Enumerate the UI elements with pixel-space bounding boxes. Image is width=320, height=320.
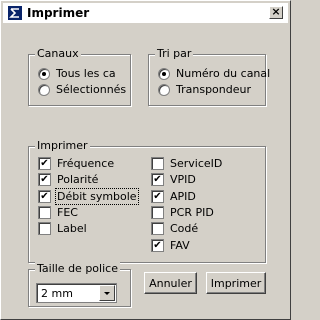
app-icon [8, 6, 22, 20]
checkbox-fav[interactable]: ✔ FAV [151, 238, 190, 252]
checkbox-label-box[interactable] [38, 222, 51, 236]
close-icon[interactable]: × [269, 6, 283, 19]
radio-tous-label: Tous les ca [56, 67, 116, 80]
radio-transpondeur-indicator[interactable] [158, 83, 170, 96]
checkbox-label-label: Label [57, 222, 87, 236]
checkbox-serviceid-label: ServiceID [170, 157, 223, 170]
radio-tous-indicator[interactable] [38, 67, 50, 80]
chevron-down-icon[interactable] [99, 285, 115, 301]
checkbox-fec-label: FEC [57, 205, 78, 219]
cancel-button[interactable]: Annuler [144, 272, 197, 294]
group-tri: Tri par Numéro du canal Transpondeur [148, 47, 270, 106]
checkbox-fav-box[interactable]: ✔ [151, 238, 164, 252]
print-button[interactable]: Imprimer [206, 272, 266, 294]
checkbox-polarite-box[interactable]: ✔ [38, 173, 51, 187]
checkbox-apid[interactable]: ✔ APID [151, 189, 196, 203]
checkbox-vpid[interactable]: ✔ VPID [151, 173, 196, 187]
checkbox-code-label: Codé [170, 222, 199, 236]
checkbox-polarite-label: Polarité [57, 173, 99, 187]
checkbox-debit-symbole-label: Débit symbole [55, 187, 139, 205]
group-tri-legend: Tri par [155, 47, 194, 60]
checkbox-apid-box[interactable]: ✔ [151, 189, 164, 203]
checkbox-code-box[interactable] [151, 222, 164, 236]
radio-transpondeur[interactable]: Transpondeur [158, 83, 251, 96]
checkbox-code[interactable]: Codé [151, 222, 199, 236]
checkbox-polarite[interactable]: ✔ Polarité [38, 173, 99, 187]
radio-numero-label: Numéro du canal [176, 67, 271, 80]
checkbox-frequence[interactable]: ✔ Fréquence [38, 157, 114, 170]
checkbox-fec-box[interactable] [38, 205, 51, 219]
checkbox-fav-label: FAV [170, 238, 190, 252]
group-canaux-legend: Canaux [35, 47, 81, 60]
group-imprimer-legend: Imprimer [35, 139, 90, 152]
group-taille: Taille de police 2 mm [28, 262, 131, 307]
group-taille-legend: Taille de police [35, 262, 120, 275]
checkbox-vpid-label: VPID [170, 173, 196, 187]
window-title: Imprimer [27, 6, 90, 20]
checkbox-label[interactable]: Label [38, 222, 87, 236]
title-bar[interactable]: Imprimer × [3, 3, 288, 23]
font-size-value: 2 mm [41, 287, 73, 300]
checkbox-serviceid[interactable]: ServiceID [151, 157, 222, 170]
checkbox-apid-label: APID [170, 189, 196, 203]
checkbox-fec[interactable]: FEC [38, 205, 78, 219]
checkbox-pcr-pid-label: PCR PID [170, 205, 214, 219]
radio-selectionnes-indicator[interactable] [38, 83, 50, 96]
radio-tous[interactable]: Tous les ca [38, 67, 116, 80]
checkbox-frequence-label: Fréquence [57, 157, 115, 170]
radio-transpondeur-label: Transpondeur [176, 83, 251, 96]
checkbox-pcr-pid[interactable]: PCR PID [151, 205, 214, 219]
radio-numero[interactable]: Numéro du canal [158, 67, 270, 80]
checkbox-frequence-box[interactable]: ✔ [38, 157, 51, 170]
radio-selectionnes-label: Sélectionnés [56, 83, 127, 96]
checkbox-debit-symbole[interactable]: ✔ Débit symbole [38, 187, 139, 205]
checkbox-pcr-pid-box[interactable] [151, 205, 164, 219]
group-canaux: Canaux Tous les ca Sélectionnés [28, 47, 131, 106]
radio-selectionnes[interactable]: Sélectionnés [38, 83, 126, 96]
checkbox-serviceid-box[interactable] [151, 157, 164, 170]
radio-numero-indicator[interactable] [158, 67, 170, 80]
checkbox-vpid-box[interactable]: ✔ [151, 173, 164, 187]
font-size-select[interactable]: 2 mm [36, 283, 117, 303]
dialog-window: Imprimer × Canaux Tous les ca Sélectionn… [0, 0, 291, 320]
checkbox-debit-symbole-box[interactable]: ✔ [38, 189, 51, 203]
group-imprimer: Imprimer ✔ Fréquence ✔ Polarité ✔ Débit symbo… [28, 139, 266, 263]
